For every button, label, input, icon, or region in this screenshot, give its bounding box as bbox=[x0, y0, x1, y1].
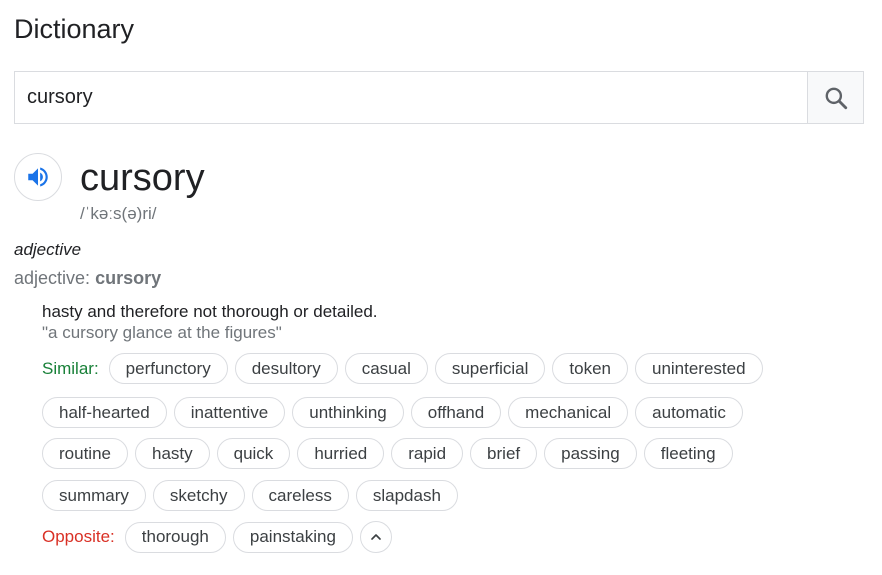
synonym-chip[interactable]: superficial bbox=[434, 353, 546, 384]
headword: cursory bbox=[80, 157, 205, 199]
synonym-chip[interactable]: hurried bbox=[297, 438, 385, 469]
synonym-chip[interactable]: automatic bbox=[635, 397, 743, 428]
form-word: cursory bbox=[95, 268, 162, 288]
synonym-chip[interactable]: careless bbox=[251, 480, 349, 511]
similar-row-2: half-hearted inattentive unthinking offh… bbox=[42, 397, 862, 428]
synonym-chip[interactable]: hasty bbox=[134, 438, 210, 469]
synonym-chip[interactable]: slapdash bbox=[355, 480, 458, 511]
opposite-row: Opposite: thorough painstaking bbox=[42, 521, 862, 553]
search-input[interactable] bbox=[15, 72, 807, 123]
synonym-chip[interactable]: offhand bbox=[410, 397, 502, 428]
collapse-button[interactable] bbox=[359, 521, 392, 553]
search-bar bbox=[14, 71, 864, 124]
synonym-chip[interactable]: sketchy bbox=[152, 480, 245, 511]
similar-row-3: routine hasty quick hurried rapid brief … bbox=[42, 438, 862, 469]
synonym-chip[interactable]: desultory bbox=[234, 353, 338, 384]
similar-row-1: Similar: perfunctory desultory casual su… bbox=[42, 353, 862, 384]
synonym-chip[interactable]: unthinking bbox=[292, 397, 404, 428]
form-label: adjective: bbox=[14, 268, 91, 288]
definition: hasty and therefore not thorough or deta… bbox=[42, 302, 378, 321]
antonym-chip[interactable]: thorough bbox=[124, 521, 226, 553]
synonym-chip[interactable]: summary bbox=[42, 480, 146, 511]
search-button[interactable] bbox=[807, 72, 863, 123]
synonym-chip[interactable]: casual bbox=[344, 353, 428, 384]
chevron-up-icon bbox=[371, 534, 381, 540]
phonetic: /ˈkəːs(ə)ri/ bbox=[80, 204, 157, 223]
pronunciation-button[interactable] bbox=[14, 153, 62, 201]
synonym-chip[interactable]: perfunctory bbox=[108, 353, 228, 384]
similar-row-4: summary sketchy careless slapdash bbox=[42, 480, 862, 511]
synonym-chip[interactable]: brief bbox=[470, 438, 538, 469]
synonym-chip[interactable]: quick bbox=[216, 438, 291, 469]
synonym-chip[interactable]: passing bbox=[544, 438, 637, 469]
search-icon bbox=[825, 87, 847, 109]
antonym-chip[interactable]: painstaking bbox=[232, 521, 353, 553]
example-sentence: "a cursory glance at the figures" bbox=[42, 323, 282, 342]
synonym-chip[interactable]: uninterested bbox=[634, 353, 763, 384]
similar-label: Similar: bbox=[42, 358, 99, 378]
synonym-chip[interactable]: half-hearted bbox=[42, 397, 167, 428]
speaker-icon bbox=[28, 167, 48, 187]
synonym-chip[interactable]: inattentive bbox=[173, 397, 286, 428]
synonym-chip[interactable]: rapid bbox=[391, 438, 464, 469]
synonym-chip[interactable]: token bbox=[552, 353, 628, 384]
part-of-speech: adjective bbox=[14, 240, 82, 259]
opposite-label: Opposite: bbox=[42, 527, 115, 546]
word-form: adjective: cursory bbox=[14, 268, 161, 289]
page-title: Dictionary bbox=[14, 14, 135, 44]
synonym-chip[interactable]: mechanical bbox=[508, 397, 629, 428]
synonym-chip[interactable]: routine bbox=[42, 438, 128, 469]
synonym-chip[interactable]: fleeting bbox=[643, 438, 733, 469]
